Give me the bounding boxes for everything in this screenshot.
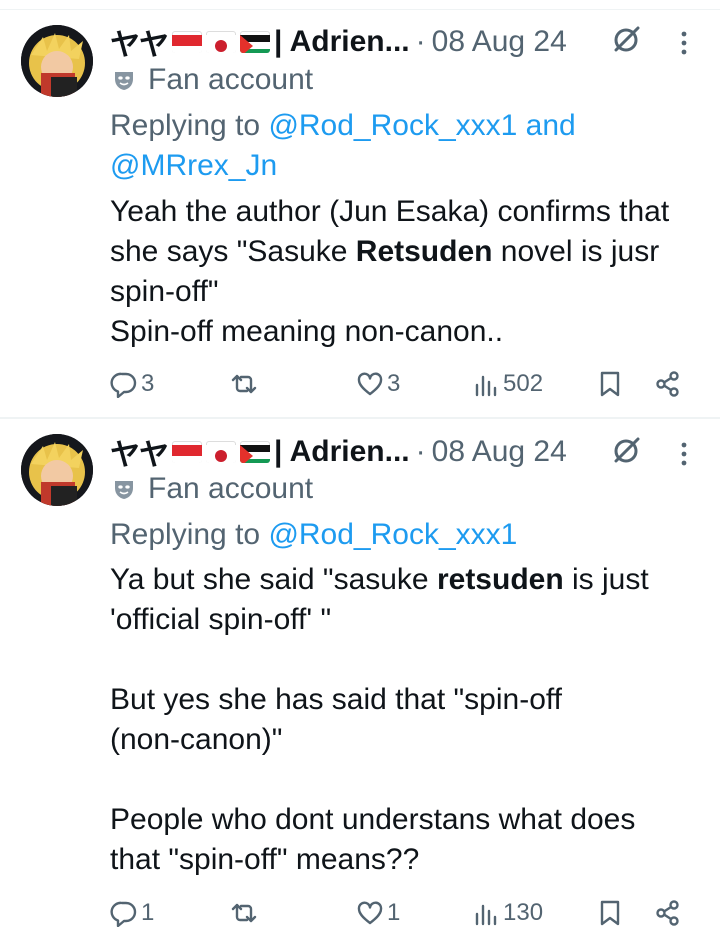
like-icon [357,901,383,925]
share-icon [656,900,679,926]
reply-mention[interactable]: @MRrex_Jn [110,149,277,182]
tweet-header: ヤヤ | Adrien... · 08 Aug 24 [110,20,567,64]
tweet-date[interactable]: 08 Aug 24 [432,435,567,469]
like-icon [357,372,383,396]
reply-button[interactable]: 3 [110,364,154,404]
more-icon[interactable] [676,439,692,469]
account-label-text: Fan account [148,472,314,505]
flag-indonesia-icon [172,31,202,53]
bookmark-icon [600,900,620,926]
like-button[interactable]: 3 [356,364,400,404]
tweet-actions: 3 3 502 [110,364,690,404]
reply-count: 1 [141,899,155,926]
user-display-name[interactable]: | Adrien... [274,435,410,469]
replying-to: Replying to @Rod_Rock_xxx1 [110,515,517,555]
user-display-name[interactable]: | Adrien... [274,25,410,59]
flag-indonesia-icon [172,441,202,463]
views-button[interactable]: 502 [472,364,543,404]
bookmark-button[interactable] [596,364,624,404]
tweet-text-part: is just 'official spin-off' " But yes sh… [110,563,649,876]
reply-icon [110,901,137,927]
reply-icon [110,372,137,398]
tweet-text-bold: retsuden [436,563,564,596]
like-count: 3 [387,370,401,397]
fan-mask-icon [115,481,133,499]
more-icon[interactable] [676,28,692,58]
tweet-header: ヤヤ | Adrien... · 08 Aug 24 [110,430,567,474]
tweet[interactable]: ヤヤ | Adrien... · 08 Aug 24 Fan account R… [0,0,720,418]
share-button[interactable] [654,364,682,404]
mute-icon[interactable] [610,24,642,56]
tweet[interactable]: ヤヤ | Adrien... · 08 Aug 24 Fan account R… [0,419,720,945]
tweet-actions: 1 1 130 [110,893,690,933]
retweet-icon [231,903,257,923]
views-icon [475,375,497,397]
retweet-icon [231,374,257,394]
share-button[interactable] [654,893,682,933]
reply-mention[interactable]: @Rod_Rock_xxx1 and [268,109,575,142]
reply-count: 3 [141,370,155,397]
views-count: 502 [503,370,544,397]
separator-dot: · [415,435,426,468]
flag-japan-icon [206,441,236,463]
account-label: Fan account [110,60,313,100]
mute-icon[interactable] [610,435,642,467]
user-name-kana[interactable]: ヤヤ [110,430,169,474]
retweet-button[interactable] [230,364,258,404]
fan-mask-icon [115,72,133,90]
views-button[interactable]: 130 [472,893,543,933]
reply-mention[interactable]: @Rod_Rock_xxx1 [268,518,517,551]
reply-button[interactable]: 1 [110,893,154,933]
account-label: Fan account [110,469,313,509]
replying-to-prefix: Replying to [110,518,269,551]
like-count: 1 [387,899,401,926]
user-name-kana[interactable]: ヤヤ [110,20,169,64]
tweet-text: Yeah the author (Jun Esaka) confirms tha… [110,192,710,352]
tweet-date[interactable]: 08 Aug 24 [432,25,567,59]
like-button[interactable]: 1 [356,893,400,933]
replying-to: Replying to @Rod_Rock_xxx1 and @MRrex_Jn [110,106,630,186]
share-icon [656,371,679,397]
views-count: 130 [503,899,544,926]
separator-dot: · [415,25,426,58]
retweet-button[interactable] [230,893,258,933]
flag-palestine-icon [240,441,270,463]
replying-to-prefix: Replying to [110,109,269,142]
account-label-text: Fan account [148,63,314,96]
avatar[interactable] [21,25,93,97]
bookmark-button[interactable] [596,893,624,933]
tweet-text-bold: Retsuden [355,235,493,268]
flag-japan-icon [206,31,236,53]
avatar[interactable] [21,434,93,506]
tweet-text: Ya but she said "sasuke retsuden is just… [110,560,710,880]
tweet-text-part: Ya but she said "sasuke [110,563,437,596]
flag-palestine-icon [240,31,270,53]
bookmark-icon [600,371,620,397]
views-icon [475,904,497,926]
